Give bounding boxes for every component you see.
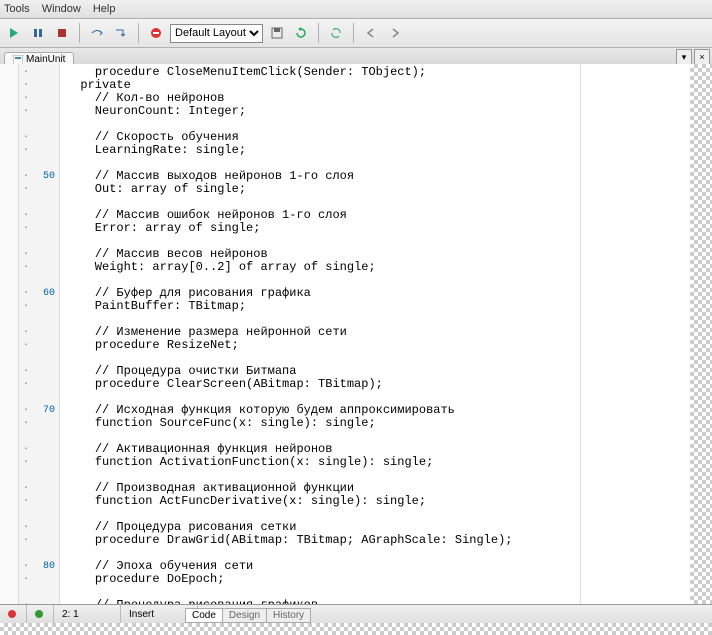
reload-button[interactable] xyxy=(291,23,311,43)
menu-bar: Tools Window Help xyxy=(0,0,712,19)
bottom-view-tabs: Code Design History xyxy=(185,608,310,623)
code-area[interactable]: procedure CloseMenuItemClick(Sender: TOb… xyxy=(60,64,712,605)
layout-select[interactable]: Default Layout xyxy=(170,24,263,43)
tab-history[interactable]: History xyxy=(266,608,311,623)
stop-button[interactable] xyxy=(52,23,72,43)
right-margin xyxy=(580,64,581,605)
tab-code[interactable]: Code xyxy=(185,608,223,623)
macro-rec-indicator[interactable] xyxy=(0,605,27,623)
forward-button[interactable] xyxy=(385,23,405,43)
unit-icon xyxy=(13,55,23,65)
menu-tools[interactable]: Tools xyxy=(4,3,30,15)
save-layout-button[interactable] xyxy=(267,23,287,43)
breakpoint-gutter[interactable] xyxy=(0,64,19,605)
code-editor: 50607080 procedure CloseMenuItemClick(Se… xyxy=(0,64,712,605)
back-button[interactable] xyxy=(361,23,381,43)
run-button[interactable] xyxy=(4,23,24,43)
cursor-position: 2: 1 xyxy=(54,605,121,623)
step-over-button[interactable] xyxy=(87,23,107,43)
macro-play-indicator[interactable] xyxy=(27,605,54,623)
menu-help[interactable]: Help xyxy=(93,3,116,15)
step-into-button[interactable] xyxy=(111,23,131,43)
status-bar: 2: 1 Insert xyxy=(0,604,712,623)
tab-close-button[interactable]: × xyxy=(694,49,710,65)
dock-area-bottom xyxy=(0,623,712,635)
stop-icon[interactable] xyxy=(146,23,166,43)
dock-area-right xyxy=(690,64,712,605)
tab-dropdown-button[interactable]: ▾ xyxy=(676,49,692,65)
tab-design[interactable]: Design xyxy=(222,608,267,623)
toolbar: Default Layout xyxy=(0,19,712,48)
menu-window[interactable]: Window xyxy=(42,3,81,15)
pause-button[interactable] xyxy=(28,23,48,43)
line-number-gutter[interactable]: 50607080 xyxy=(19,64,60,605)
sync-button[interactable] xyxy=(326,23,346,43)
